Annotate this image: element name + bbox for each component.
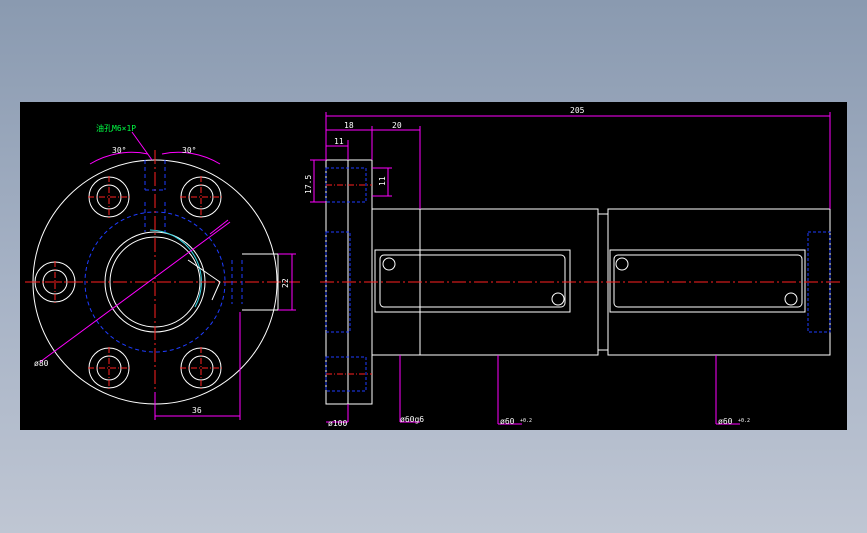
dia-body-1: ø60 [500, 417, 515, 426]
slot-1-hole-b [551, 292, 565, 306]
dia-body-1-tol: +0.2 [520, 418, 532, 424]
dim-offset-11: 11 [334, 137, 344, 146]
dia-flange: ø100 [328, 419, 347, 428]
dim-pcd: ø80 [34, 359, 49, 368]
dia-body-2: ø60 [718, 417, 733, 426]
dim-height-17-5: 17.5 [304, 175, 313, 194]
dim-width: 36 [192, 406, 202, 415]
front-view: ø80 36 22 30° 30° 油孔M6×1P [25, 123, 300, 420]
angle-left: 30° [112, 146, 126, 155]
oil-hole-note: 油孔M6×1P [96, 123, 136, 133]
bolt-hole-top-right [180, 176, 222, 218]
slot-1-hole-a [382, 257, 396, 271]
dim-oil-hole: 22 [281, 278, 290, 288]
bolt-hole-top-left [88, 176, 130, 218]
pcd-dim-line [39, 221, 231, 363]
dim-total-length: 205 [570, 106, 585, 115]
angle-right: 30° [182, 146, 196, 155]
bolt-hole-bottom-left [88, 347, 130, 389]
side-view: 205 18 20 11 17.5 11 ø100 ø60g6 ø60 +0.2… [304, 106, 842, 428]
dim-offset-20: 20 [392, 121, 402, 130]
flange-bolt-hidden-top [325, 167, 372, 203]
slot-1-outer [374, 249, 571, 313]
dim-height-11: 11 [378, 176, 387, 186]
cad-drawing-canvas: ø80 36 22 30° 30° 油孔M6×1P 205 18 20 11 1… [20, 102, 847, 430]
bolt-hole-bottom-right [180, 347, 222, 389]
slot-2-inner [613, 254, 803, 308]
cad-drawing: ø80 36 22 30° 30° 油孔M6×1P 205 18 20 11 1… [25, 106, 842, 428]
slot-2-outer [609, 249, 806, 313]
note-leader [131, 131, 153, 161]
slot-2-hole-b [784, 292, 798, 306]
dia-body-2-tol: +0.2 [738, 418, 750, 424]
dia-spigot: ø60g6 [400, 415, 424, 424]
dim-flange-thickness: 18 [344, 121, 354, 130]
pcd-dim-ext [209, 219, 229, 235]
slot-2-hole-a [615, 257, 629, 271]
slot-1-inner [379, 254, 566, 308]
flange-bolt-hidden-bottom [325, 356, 372, 392]
